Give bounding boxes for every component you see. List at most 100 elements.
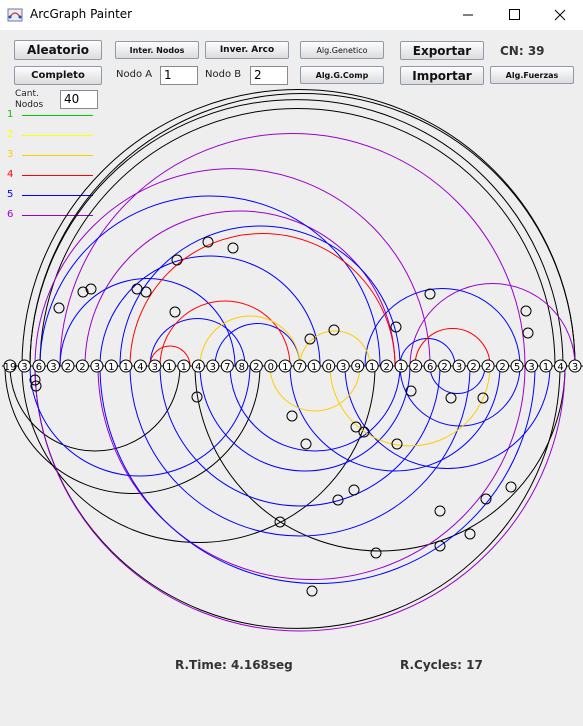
graph-node-label: 2 bbox=[383, 362, 389, 373]
graph-node-label: 2 bbox=[412, 362, 418, 373]
crossing-marker-30 bbox=[434, 505, 446, 517]
graph-node-label: 3 bbox=[456, 362, 462, 373]
graph-node-label: 1 bbox=[166, 362, 172, 373]
graph-node-label: 3 bbox=[572, 362, 578, 373]
graph-node[interactable]: 0 bbox=[322, 359, 336, 373]
cycles-label: R.Cycles: 17 bbox=[400, 658, 483, 672]
graph-node-label: 4 bbox=[557, 362, 563, 373]
graph-node[interactable]: 1 bbox=[365, 359, 379, 373]
graph-node[interactable]: 2 bbox=[496, 359, 510, 373]
graph-node-label: 2 bbox=[79, 362, 85, 373]
graph-node-label: 7 bbox=[297, 362, 303, 373]
crossing-marker-8 bbox=[169, 306, 181, 318]
graph-arc-29 bbox=[29, 365, 251, 477]
graph-node-label: 1 bbox=[543, 362, 549, 373]
graph-node-label: 2 bbox=[65, 362, 71, 373]
graph-node[interactable]: 6 bbox=[423, 359, 437, 373]
graph-node[interactable]: 2 bbox=[481, 359, 495, 373]
graph-arc-0 bbox=[29, 93, 576, 367]
graph-node[interactable]: 3 bbox=[206, 359, 220, 373]
graph-arc-11 bbox=[119, 225, 401, 367]
crossing-marker-21 bbox=[286, 410, 298, 422]
graph-arc-39 bbox=[329, 365, 491, 447]
graph-arc-35 bbox=[399, 365, 521, 427]
runtime-label: R.Time: 4.168seg bbox=[175, 658, 293, 672]
graph-node-label: 1 bbox=[123, 362, 129, 373]
graph-node[interactable]: 4 bbox=[133, 359, 147, 373]
crossing-marker-26 bbox=[348, 484, 360, 496]
graph-node-label: 3 bbox=[21, 362, 27, 373]
graph-node[interactable]: 2 bbox=[61, 359, 75, 373]
graph-node[interactable]: 3 bbox=[46, 359, 60, 373]
graph-node[interactable]: 1 bbox=[394, 359, 408, 373]
graph-node-label: 7 bbox=[224, 362, 230, 373]
graph-node-label: 3 bbox=[50, 362, 56, 373]
graph-node[interactable]: 1 bbox=[278, 359, 292, 373]
graph-node[interactable]: 2 bbox=[75, 359, 89, 373]
crossing-marker-32 bbox=[370, 547, 382, 559]
graph-node[interactable]: 7 bbox=[293, 359, 307, 373]
graph-node[interactable]: 2 bbox=[249, 359, 263, 373]
graph-node-label: 3 bbox=[94, 362, 100, 373]
graph-node-label: 3 bbox=[340, 362, 346, 373]
graph-node[interactable]: 19 bbox=[3, 359, 17, 373]
graph-node[interactable]: 8 bbox=[235, 359, 249, 373]
crossing-marker-9 bbox=[424, 288, 436, 300]
crossing-marker-11 bbox=[520, 305, 532, 317]
graph-node[interactable]: 3 bbox=[17, 359, 31, 373]
graph-node[interactable]: 1 bbox=[104, 359, 118, 373]
graph-node[interactable]: 2 bbox=[438, 359, 452, 373]
graph-node-label: 1 bbox=[369, 362, 375, 373]
graph-node-label: 2 bbox=[470, 362, 476, 373]
crossing-marker-3 bbox=[53, 302, 65, 314]
graph-node[interactable]: 2 bbox=[467, 359, 481, 373]
crossing-marker-6 bbox=[131, 283, 143, 295]
graph-node[interactable]: 9 bbox=[351, 359, 365, 373]
graph-node[interactable]: 3 bbox=[90, 359, 104, 373]
crossing-marker-13 bbox=[328, 324, 340, 336]
graph-arc-27 bbox=[34, 365, 566, 632]
graph-arc-9 bbox=[99, 255, 321, 367]
crossing-marker-12 bbox=[522, 327, 534, 339]
graph-node[interactable]: 1 bbox=[307, 359, 321, 373]
graph-node-label: 0 bbox=[268, 362, 274, 373]
graph-node[interactable]: 3 bbox=[148, 359, 162, 373]
graph-node[interactable]: 1 bbox=[162, 359, 176, 373]
graph-node[interactable]: 2 bbox=[409, 359, 423, 373]
graph-node-label: 2 bbox=[441, 362, 447, 373]
graph-node-label: 6 bbox=[427, 362, 433, 373]
graph-arc-32 bbox=[289, 365, 501, 472]
graph-node[interactable]: 0 bbox=[264, 359, 278, 373]
graph-node-label: 3 bbox=[528, 362, 534, 373]
graph-node[interactable]: 3 bbox=[336, 359, 350, 373]
graph-node[interactable]: 5 bbox=[510, 359, 524, 373]
crossing-marker-35 bbox=[306, 585, 318, 597]
graph-node[interactable]: 3 bbox=[568, 359, 582, 373]
graph-arc-5 bbox=[59, 133, 526, 367]
graph-node-label: 1 bbox=[311, 362, 317, 373]
graph-arc-8 bbox=[39, 195, 381, 367]
graph-node-label: 19 bbox=[4, 362, 17, 373]
graph-node-label: 1 bbox=[398, 362, 404, 373]
graph-arc-25 bbox=[194, 365, 566, 552]
graph-arc-3 bbox=[39, 108, 556, 367]
graph-node-label: 1 bbox=[181, 362, 187, 373]
crossing-marker-10 bbox=[390, 321, 402, 333]
graph-node-label: 3 bbox=[210, 362, 216, 373]
graph-node[interactable]: 3 bbox=[525, 359, 539, 373]
graph-node-label: 6 bbox=[36, 362, 42, 373]
graph-node-label: 2 bbox=[499, 362, 505, 373]
graph-node-label: 5 bbox=[514, 362, 520, 373]
crossing-marker-19 bbox=[445, 392, 457, 404]
crossing-marker-7 bbox=[140, 286, 152, 298]
arc-graph-canvas[interactable]: 19 3 6 3 2 2 3 1 1 4 3 1 1 4 3 7 8 2 0 1 7 1 0 3 9 1 2 1 2 6 2 3 2 2 2 5 3 1 4… bbox=[0, 0, 583, 726]
graph-node[interactable]: 7 bbox=[220, 359, 234, 373]
crossing-marker-34 bbox=[464, 528, 476, 540]
graph-node-label: 0 bbox=[326, 362, 332, 373]
crossing-marker-24 bbox=[300, 438, 312, 450]
graph-node[interactable]: 3 bbox=[452, 359, 466, 373]
graph-node[interactable]: 2 bbox=[380, 359, 394, 373]
graph-node[interactable]: 4 bbox=[191, 359, 205, 373]
crossing-marker-14 bbox=[304, 333, 316, 345]
graph-node-label: 3 bbox=[152, 362, 158, 373]
